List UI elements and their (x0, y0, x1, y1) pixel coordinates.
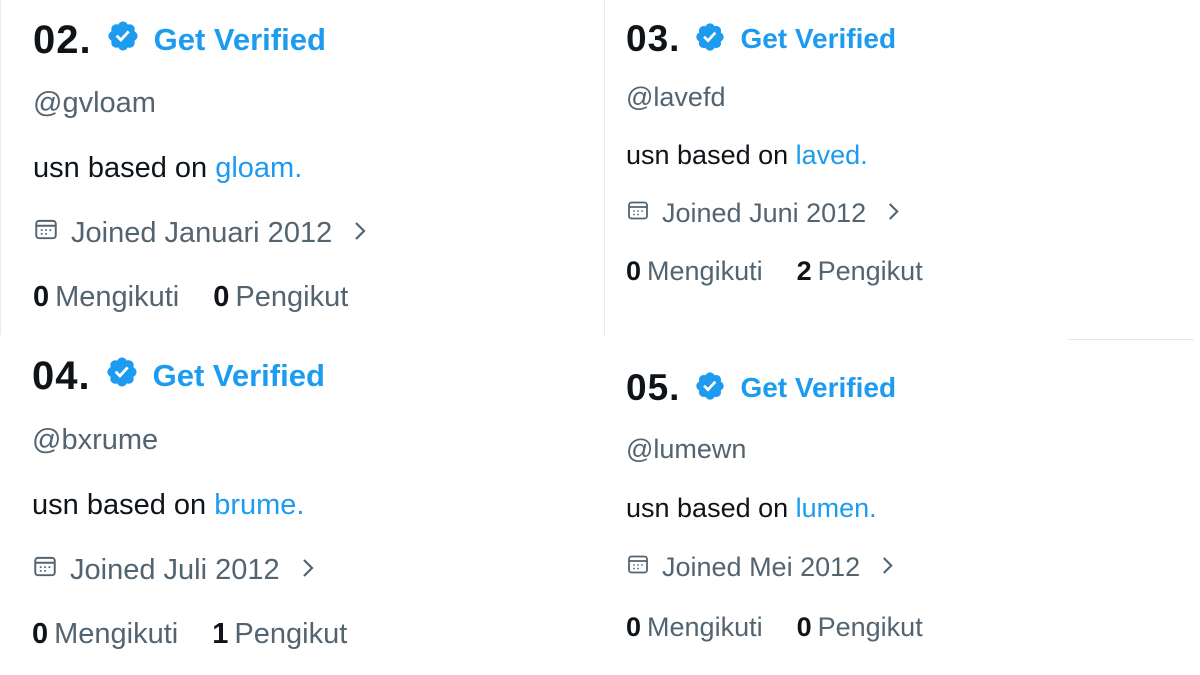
profile-number: 03. (626, 18, 681, 59)
chevron-right-icon (886, 198, 901, 229)
chevron-right-icon (880, 552, 895, 583)
profile-card-05: 05. Get Verified @lumewn usn based on lu… (603, 342, 1200, 675)
profile-bio: usn based on lumen. (626, 493, 877, 524)
bio-link[interactable]: gloam. (215, 152, 302, 184)
verified-badge-icon[interactable] (105, 354, 139, 399)
calendar-icon (32, 553, 58, 587)
profile-header: 02. Get Verified (33, 16, 326, 64)
bio-text: usn based on (33, 152, 216, 184)
following-label: Mengikuti (55, 281, 180, 313)
get-verified-link[interactable]: Get Verified (740, 372, 896, 404)
followers-link[interactable]: 1 Pengikut (212, 618, 347, 651)
following-link[interactable]: 0 Mengikuti (33, 281, 179, 314)
joined-date-row[interactable]: Joined Mei 2012 (626, 552, 895, 583)
followers-label: Pengikut (234, 618, 348, 650)
following-link[interactable]: 0 Mengikuti (626, 256, 763, 287)
follow-stats: 0 Mengikuti 2 Pengikut (626, 256, 957, 287)
get-verified-link[interactable]: Get Verified (154, 22, 326, 58)
divider (1068, 339, 1194, 340)
followers-count: 0 (213, 281, 230, 313)
get-verified-link[interactable]: Get Verified (153, 358, 325, 394)
followers-label: Pengikut (235, 281, 349, 313)
followers-label: Pengikut (817, 612, 923, 642)
follow-stats: 0 Mengikuti 1 Pengikut (32, 618, 381, 651)
profile-bio: usn based on brume. (32, 489, 304, 522)
following-label: Mengikuti (54, 618, 179, 650)
profile-card-04: 04. Get Verified @bxrume usn based on br… (0, 336, 600, 675)
chevron-right-icon (300, 554, 316, 587)
profile-bio: usn based on laved. (626, 140, 868, 171)
verified-badge-icon[interactable] (694, 21, 726, 58)
joined-date-row[interactable]: Joined Juni 2012 (626, 198, 901, 229)
joined-text: Joined Januari 2012 (71, 216, 333, 249)
followers-count: 2 (796, 256, 812, 286)
profile-handle: @lumewn (626, 434, 747, 464)
following-count: 0 (33, 281, 50, 313)
verified-badge-icon[interactable] (694, 370, 726, 407)
verified-badge-icon[interactable] (106, 18, 140, 63)
following-count: 0 (626, 612, 642, 642)
joined-date-row[interactable]: Joined Juli 2012 (32, 553, 316, 587)
followers-label: Pengikut (817, 256, 923, 286)
followers-link[interactable]: 2 Pengikut (797, 256, 923, 287)
bio-link[interactable]: brume. (214, 489, 304, 521)
following-label: Mengikuti (647, 612, 763, 642)
following-count: 0 (32, 618, 49, 650)
profile-handle: @gvloam (33, 87, 156, 119)
profile-card-03: 03. Get Verified @lavefd usn based on la… (603, 0, 1200, 340)
calendar-icon (33, 216, 59, 250)
following-label: Mengikuti (647, 256, 763, 286)
profile-handle: @lavefd (626, 82, 726, 112)
profile-header: 05. Get Verified (626, 365, 896, 411)
profile-header: 04. Get Verified (32, 352, 325, 400)
following-count: 0 (626, 256, 642, 286)
followers-count: 0 (796, 612, 812, 642)
profile-handle: @bxrume (32, 424, 159, 456)
joined-date-row[interactable]: Joined Januari 2012 (33, 216, 368, 250)
joined-text: Joined Juli 2012 (70, 553, 280, 586)
following-link[interactable]: 0 Mengikuti (32, 618, 178, 651)
follow-stats: 0 Mengikuti 0 Pengikut (626, 612, 957, 643)
joined-text: Joined Mei 2012 (662, 552, 861, 582)
following-link[interactable]: 0 Mengikuti (626, 612, 763, 643)
bio-text: usn based on (626, 140, 796, 170)
bio-link[interactable]: lumen. (796, 493, 877, 523)
calendar-icon (626, 198, 650, 229)
chevron-right-icon (352, 217, 368, 250)
profile-number: 05. (626, 367, 681, 408)
get-verified-link[interactable]: Get Verified (740, 23, 896, 55)
profile-number: 02. (33, 17, 92, 62)
profile-number: 04. (32, 353, 91, 398)
profile-bio: usn based on gloam. (33, 152, 302, 185)
bio-text: usn based on (32, 489, 215, 521)
followers-link[interactable]: 0 Pengikut (213, 281, 348, 314)
bio-link[interactable]: laved. (796, 140, 868, 170)
bio-text: usn based on (626, 493, 796, 523)
profile-card-02: 02. Get Verified @gvloam usn based on gl… (0, 0, 605, 335)
followers-count: 1 (212, 618, 229, 650)
calendar-icon (626, 552, 650, 583)
joined-text: Joined Juni 2012 (662, 198, 867, 228)
profile-header: 03. Get Verified (626, 16, 896, 62)
follow-stats: 0 Mengikuti 0 Pengikut (33, 281, 382, 314)
followers-link[interactable]: 0 Pengikut (797, 612, 923, 643)
